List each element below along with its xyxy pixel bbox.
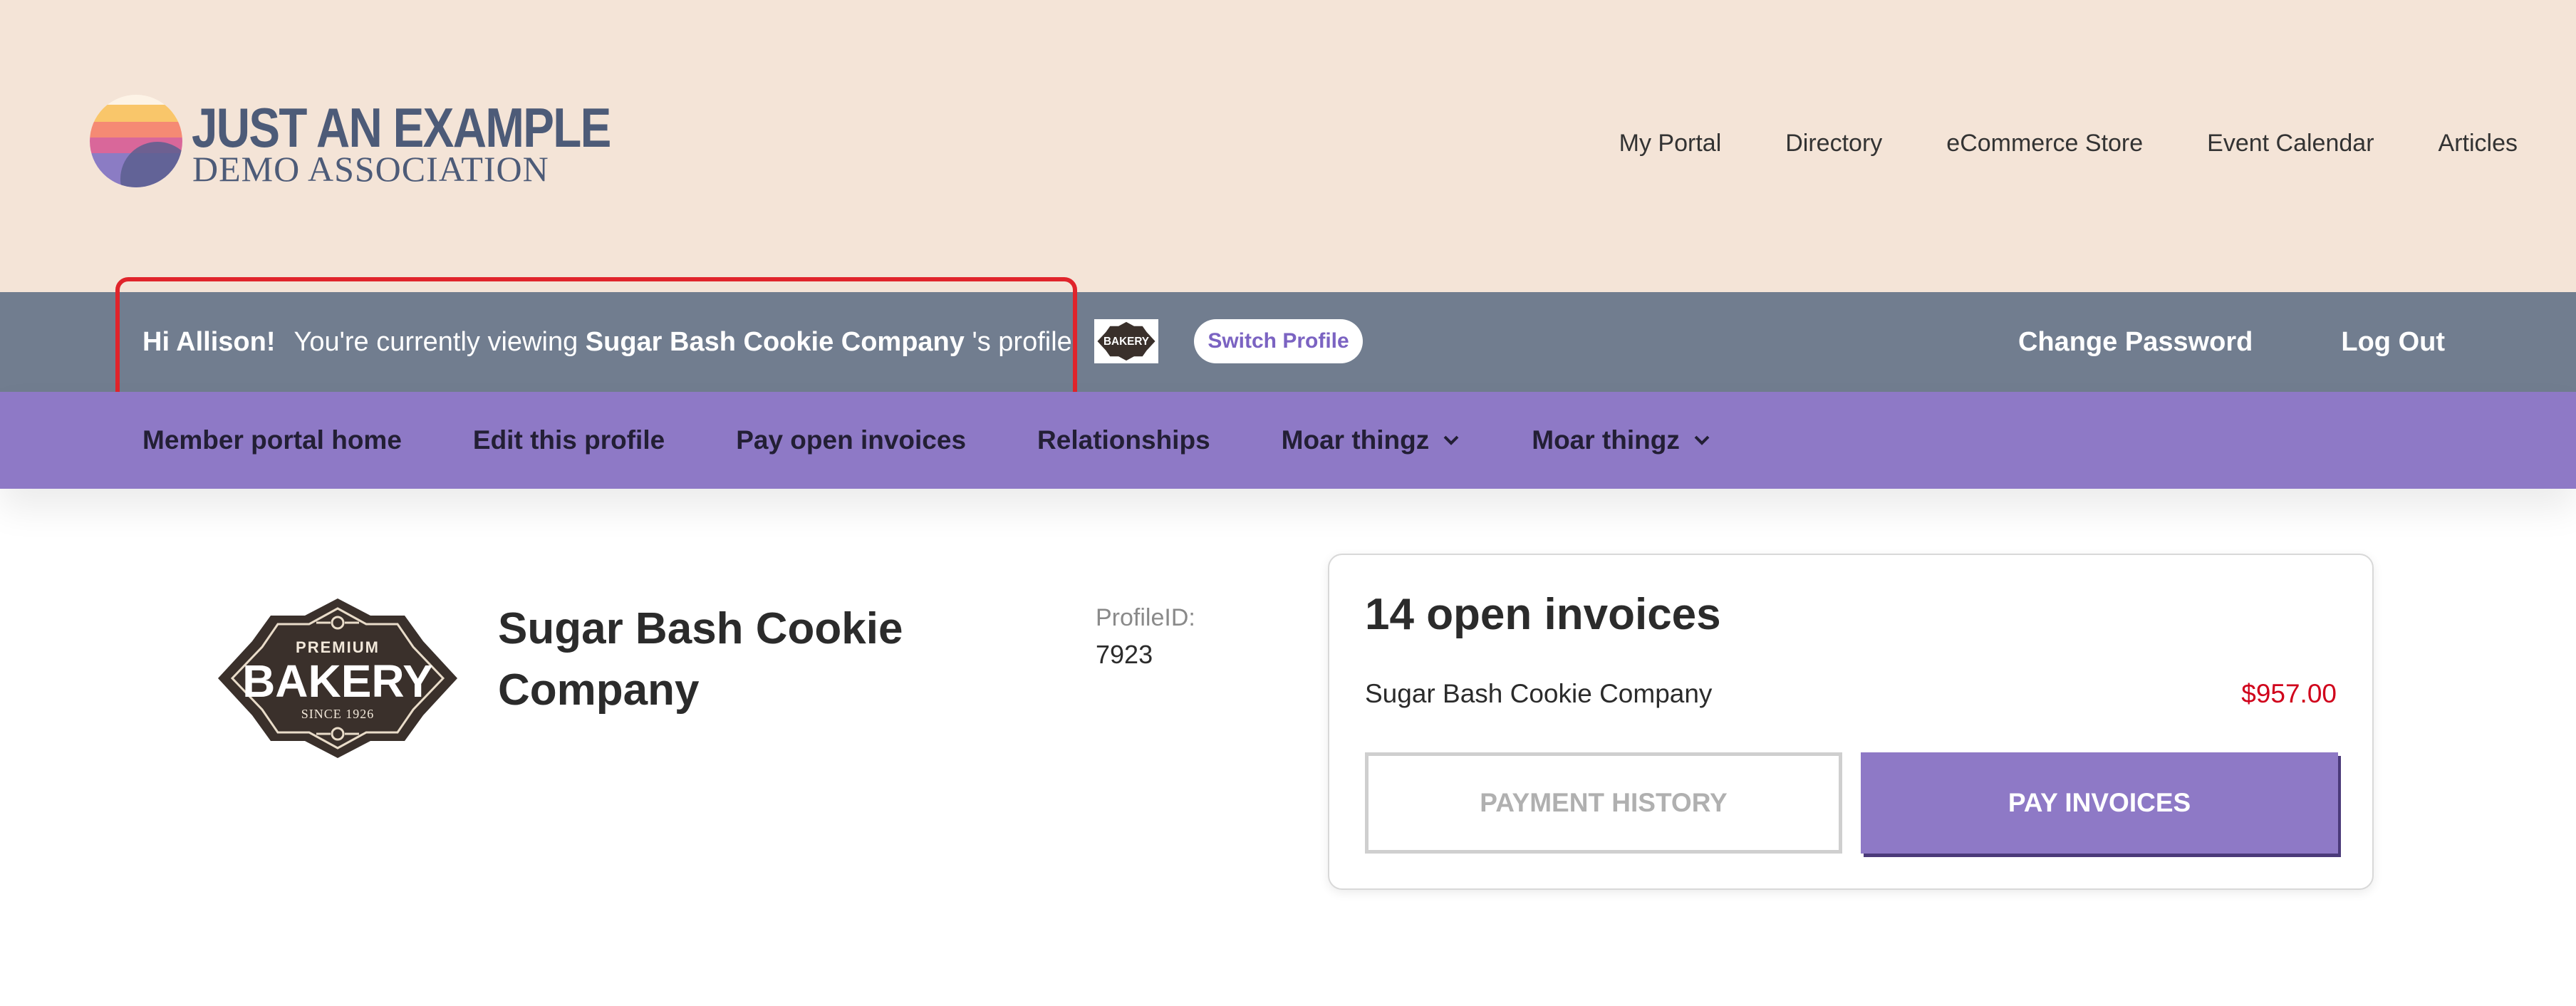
portal-nav-edit-profile[interactable]: Edit this profile [473,425,665,455]
log-out-link[interactable]: Log Out [2341,327,2445,358]
open-invoices-card: 14 open invoices Sugar Bash Cookie Compa… [1328,554,2374,890]
switch-profile-button[interactable]: Switch Profile [1194,319,1363,363]
sunset-logo-icon [90,95,182,187]
logo-text-since: SINCE 1926 [301,707,375,721]
payment-history-button[interactable]: PAYMENT HISTORY [1365,752,1842,854]
logo-text-bakery: BAKERY [242,655,433,707]
svg-text:BAKERY: BAKERY [1103,336,1149,348]
logo-title: JUST AN EXAMPLE [192,96,611,159]
user-bar: Hi Allison! You're currently viewing Sug… [0,292,2576,392]
portal-nav-pay-invoices[interactable]: Pay open invoices [736,425,966,455]
main-nav: My Portal Directory eCommerce Store Even… [1619,125,2518,161]
portal-nav-moar-thingz-1[interactable]: Moar thingz [1282,425,1461,455]
profile-thumbnail: BAKERY [1094,319,1158,363]
viewing-suffix: 's profile [972,326,1072,357]
portal-nav-member-home[interactable]: Member portal home [142,425,402,455]
pay-invoices-button[interactable]: PAY INVOICES [1861,752,2338,854]
invoice-company-name: Sugar Bash Cookie Company [1365,679,1713,708]
bakery-logo-icon: PREMIUM BAKERY SINCE 1926 [218,598,457,758]
viewing-company-name: Sugar Bash Cookie Company [585,326,965,357]
profile-id-label: ProfileID: [1096,604,1195,631]
dropdown-label: Moar thingz [1532,425,1680,455]
nav-articles[interactable]: Articles [2439,125,2518,161]
portal-nav-moar-thingz-2[interactable]: Moar thingz [1532,425,1711,455]
viewing-prefix: You're currently viewing [294,326,578,357]
chevron-down-icon [1694,435,1710,445]
nav-directory[interactable]: Directory [1785,125,1882,161]
portal-nav-relationships[interactable]: Relationships [1037,425,1210,455]
site-logo[interactable]: JUST AN EXAMPLE DEMO ASSOCIATION [90,95,611,189]
portal-nav: Member portal home Edit this profile Pay… [0,392,2576,489]
logo-text-premium: PREMIUM [296,638,380,656]
invoice-amount: $957.00 [2241,679,2337,708]
profile-id-value: 7923 [1096,640,1153,669]
account-links: Change Password Log Out [2018,292,2445,392]
viewing-profile-message: Hi Allison! You're currently viewing Sug… [142,292,1072,392]
nav-my-portal[interactable]: My Portal [1619,125,1722,161]
chevron-down-icon [1443,435,1459,445]
dropdown-label: Moar thingz [1281,425,1430,455]
greeting-text: Hi Allison! [142,326,276,357]
site-header: JUST AN EXAMPLE DEMO ASSOCIATION My Port… [0,0,2576,292]
profile-name: Sugar Bash Cookie Company [498,604,903,715]
bakery-logo-icon: BAKERY [1097,321,1155,361]
open-invoices-title: 14 open invoices [1365,590,1721,639]
nav-ecommerce-store[interactable]: eCommerce Store [1946,125,2143,161]
logo-subtitle: DEMO ASSOCIATION [192,149,549,189]
change-password-link[interactable]: Change Password [2018,327,2253,358]
nav-event-calendar[interactable]: Event Calendar [2207,125,2374,161]
